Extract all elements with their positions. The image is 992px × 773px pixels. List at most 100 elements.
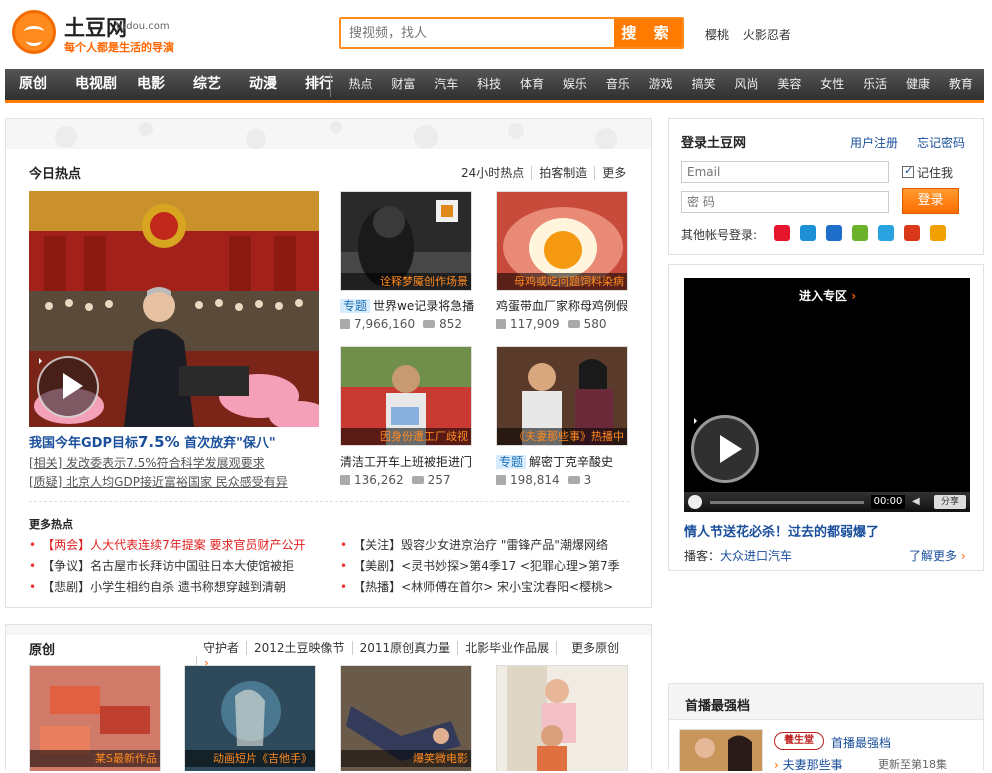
video-thumbnail[interactable]: 动画短片《吉他手》 [184,665,316,771]
video-thumbnail[interactable] [496,665,628,771]
remember-checkbox[interactable] [902,164,914,178]
nav-sub-item[interactable]: 汽车 [425,69,468,100]
premier-label[interactable]: 首播最强档 [831,734,891,751]
thumb-caption: 因身份遭工厂歧视 [341,428,471,445]
player-video-title[interactable]: 情人节送花必杀！过去的都弱爆了 [684,521,879,540]
video-thumbnail[interactable]: 诠释梦魇创作场景 [340,191,472,291]
nav-sub-item[interactable]: 科技 [468,69,511,100]
orig-link[interactable]: 2012土豆映像节 [246,641,352,655]
nav-item[interactable]: 综艺 [179,69,235,100]
list-item[interactable]: 【争议】名古屋市长拜访中国驻日本大使馆被拒 [29,556,306,577]
nav-sub-item[interactable]: 教育 [939,69,982,100]
item-text: 名古屋市长拜访中国驻日本大使馆被拒 [90,559,295,573]
nav-sub-item[interactable]: 游戏 [639,69,682,100]
comments-icon [567,320,580,328]
plays-count: 117,909 [510,317,560,331]
email-field[interactable] [681,161,889,183]
share-button[interactable]: 分享 [934,495,966,509]
sponsor-link[interactable]: 大众进口汽车 [720,547,792,564]
premier-thumbnail[interactable] [679,729,763,771]
nav-sub-item[interactable]: 热点 [339,69,382,100]
play-small-icon[interactable] [688,495,702,509]
video-stats: 117,909 580 [496,317,607,331]
hot-word-link[interactable]: 樱桃 [705,28,729,42]
orig-link[interactable]: 2011原创真力量 [351,641,458,655]
msn-icon[interactable] [878,225,894,241]
chevron-right-icon: › [851,289,857,303]
nav-sub-item[interactable]: 搞笑 [682,69,725,100]
nav-sub-item[interactable]: 女性 [811,69,854,100]
remember-label: 记住我 [917,166,954,180]
nav-sub-item[interactable]: 美容 [768,69,811,100]
learn-more-label: 了解更多 [909,549,958,563]
hot-word-link[interactable]: 火影忍者 [743,28,791,42]
volume-icon[interactable]: ◀ [912,496,920,507]
qq-icon[interactable] [800,225,816,241]
search-button[interactable]: 搜 索 [614,19,682,47]
featured-video-thumbnail[interactable] [29,191,319,427]
related-link[interactable]: [质疑] 北京人均GDP接近富裕国家 民众感受有异 [29,473,288,490]
nav-sub-item[interactable]: 风尚 [725,69,768,100]
orig-link[interactable]: 北影毕业作品展 [457,641,557,655]
other-login-label: 其他帐号登录: [681,228,758,242]
list-item[interactable]: 【关注】毁容少女进京治疗 "雷锋产品"潮爆网络 [340,535,620,556]
divider [29,501,629,502]
learn-more-link[interactable]: 了解更多 › [909,547,966,564]
plays-count: 136,262 [354,473,404,487]
play-icon[interactable] [691,415,759,483]
nav-sub-item[interactable]: 健康 [897,69,940,100]
login-title: 登录土豆网 [681,136,747,151]
show-link[interactable]: › 夫妻那些事 [774,756,843,773]
video-title[interactable]: 清洁工开车上班被拒进门 [340,453,472,470]
featured-title[interactable]: 我国今年GDP目标7.5% 首次放弃"保八" [29,432,276,451]
register-link[interactable]: 用户注册 [850,134,898,151]
weibo-icon[interactable] [774,225,790,241]
search-input[interactable] [341,19,617,47]
thumb-image [497,666,627,771]
renren-icon[interactable] [826,225,842,241]
nav-sub-item[interactable]: 体育 [511,69,554,100]
video-stats: 198,814 3 [496,473,591,487]
enter-zone-link[interactable]: 进入专区 › [799,287,856,304]
play-icon[interactable] [37,356,99,418]
nav-sub-item[interactable]: 乐活 [854,69,897,100]
item-text: 小学生相约自杀 遗书称想穿越到清朝 [90,580,286,594]
item-tag: 【两会】 [42,538,91,552]
link-more[interactable]: 更多 [594,166,634,180]
video-title[interactable]: 专题 解密丁克辛酸史 [496,453,613,470]
taobao-icon[interactable] [904,225,920,241]
progress-bar[interactable] [710,501,864,504]
featured-title-pct: 7.5% [138,433,180,451]
video-screen[interactable]: 进入专区 › [684,278,970,512]
related-link[interactable]: [相关] 发改委表示7.5%符合科学发展观要求 [29,454,265,471]
nav-item[interactable]: 原创 [5,69,61,100]
list-item[interactable]: 【两会】人大代表连续7年提案 要求官员财产公开 [29,535,306,556]
login-button[interactable]: 登录 [902,188,959,214]
video-title[interactable]: 鸡蛋带血厂家称母鸡例假 [496,297,628,314]
list-item[interactable]: 【悲剧】小学生相约自杀 遗书称想穿越到清朝 [29,577,306,598]
link-paike[interactable]: 拍客制造 [531,166,595,180]
nav-sub-item[interactable]: 财富 [382,69,425,100]
logo[interactable]: 土豆网 tudou.com 每个人都是生活的导演 [12,10,187,56]
video-title[interactable]: 专题 世界we记录将急播 [340,297,474,314]
nav-sub-item[interactable]: 娱乐 [553,69,596,100]
video-thumbnail[interactable]: 爆笑微电影 [340,665,472,771]
nav-item[interactable]: 电影 [123,69,179,100]
nav-sub-item[interactable]: 音乐 [596,69,639,100]
video-thumbnail[interactable]: 因身份遭工厂歧视 [340,346,472,446]
nav-item[interactable]: 动漫 [235,69,291,100]
nav-item[interactable]: 电视剧 [61,69,123,100]
item-text: 人大代表连续7年提案 要求官员财产公开 [90,538,306,552]
list-item[interactable]: 【热播】<林师傅在首尔> 宋小宝沈春阳<樱桃> [340,577,620,598]
kaixin-icon[interactable] [852,225,868,241]
featured-title-post: 首次放弃"保八" [179,436,276,451]
password-field[interactable] [681,191,889,213]
video-thumbnail[interactable]: 母鸡或吃问题饲料染病 [496,191,628,291]
video-thumbnail[interactable]: 《夫妻那些事》热播中 [496,346,628,446]
video-thumbnail[interactable]: 某S最新作品 [29,665,161,771]
sohu-icon[interactable] [930,225,946,241]
list-item[interactable]: 【美剧】<灵书妙探>第4季17 <犯罪心理>第7季 [340,556,620,577]
orig-link[interactable]: 守护者 [196,641,246,655]
forgot-password-link[interactable]: 忘记密码 [917,134,965,151]
link-24h-hot[interactable]: 24小时热点 [454,166,531,180]
